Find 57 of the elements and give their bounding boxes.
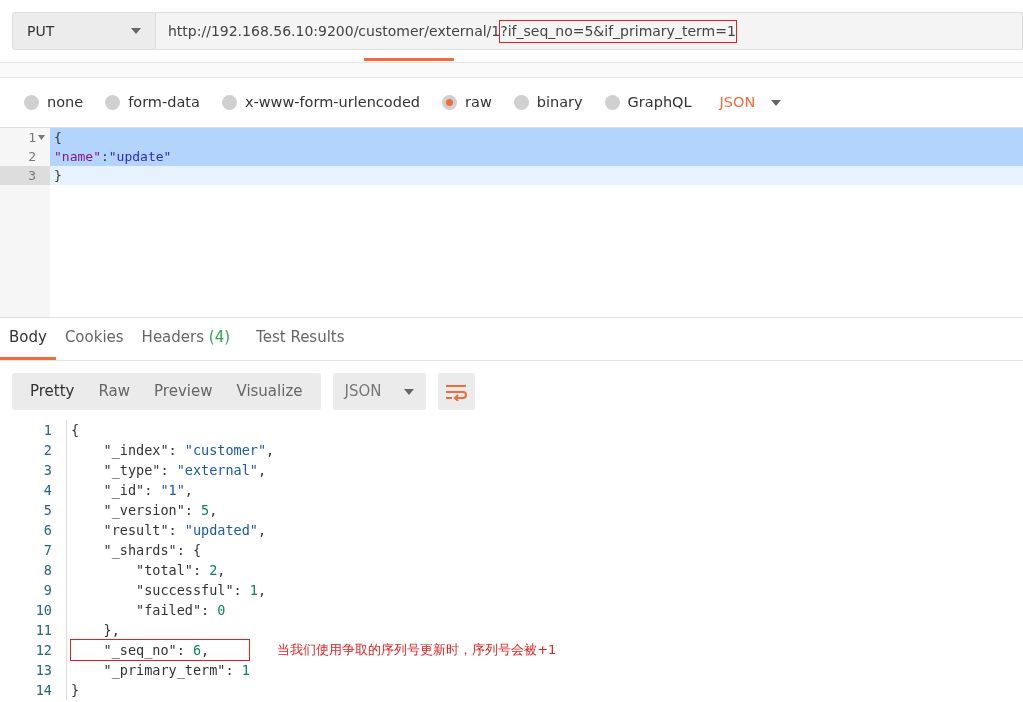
line-number: 2 bbox=[42, 441, 53, 460]
line-number: 11 bbox=[34, 621, 53, 640]
response-tab[interactable]: Test Results bbox=[247, 318, 354, 360]
line-number: 3 bbox=[42, 461, 53, 480]
code-line: "successful": 1, bbox=[135, 581, 267, 600]
line-number: 13 bbox=[34, 661, 53, 680]
code-line: } bbox=[71, 681, 80, 700]
line-number: 7 bbox=[42, 541, 53, 560]
line-number: 8 bbox=[42, 561, 53, 580]
wrap-lines-button[interactable] bbox=[437, 373, 475, 410]
highlighted-query-text: ?if_seq_no=5&if_primary_term=1 bbox=[500, 20, 736, 42]
fold-icon[interactable] bbox=[37, 135, 45, 140]
view-mode-tab[interactable]: Pretty bbox=[18, 373, 87, 410]
caret-icon bbox=[403, 388, 414, 395]
caret-icon bbox=[771, 99, 782, 106]
line-number: 9 bbox=[42, 581, 53, 600]
code-line: { bbox=[71, 421, 80, 440]
code-line: "_type": "external", bbox=[102, 461, 267, 480]
line-number: 5 bbox=[42, 501, 53, 520]
language-dropdown[interactable]: JSON bbox=[332, 373, 426, 410]
line-number: 1 bbox=[42, 421, 53, 440]
code-line: "_index": "customer", bbox=[102, 441, 275, 460]
caret-icon bbox=[131, 28, 141, 34]
code-line: }, bbox=[102, 621, 120, 640]
code-line: "failed": 0 bbox=[135, 601, 226, 620]
line-number: 2 bbox=[28, 148, 36, 166]
code-line: "_version": 5, bbox=[102, 501, 218, 520]
line-number: 1 bbox=[28, 129, 36, 147]
body-type-radio[interactable]: form-data bbox=[105, 91, 200, 114]
url-field[interactable]: http://192.168.56.10:9200/customer/external/1?if_seq_no=5&if_primary_term=1 bbox=[156, 12, 1023, 50]
body-type-radio[interactable]: GraphQL bbox=[604, 91, 692, 114]
line-number: 12 bbox=[34, 641, 53, 660]
response-tab[interactable]: Body bbox=[0, 318, 56, 360]
code-line: "total": 2, bbox=[135, 561, 226, 580]
response-tab[interactable]: Headers (4) bbox=[132, 318, 240, 360]
code-line: "_primary_term": 1 bbox=[102, 661, 250, 680]
view-mode-tab[interactable]: Visualize bbox=[224, 373, 315, 410]
code-line: "_id": "1", bbox=[102, 481, 193, 500]
line-number: 3 bbox=[28, 167, 36, 185]
annotation-text: 当我们使用争取的序列号更新时，序列号会被+1 bbox=[277, 641, 557, 660]
code-line: "_seq_no": 6, bbox=[71, 640, 250, 660]
line-number: 6 bbox=[42, 521, 53, 540]
view-mode-tab[interactable]: Raw bbox=[86, 373, 143, 410]
code-line: "result": "updated", bbox=[102, 521, 267, 540]
code-line: "_shards": { bbox=[102, 541, 202, 560]
response-tab[interactable]: Cookies bbox=[55, 318, 133, 360]
line-number: 4 bbox=[42, 481, 53, 500]
body-type-radio[interactable]: x-www-form-urlencoded bbox=[221, 91, 421, 114]
body-type-radio[interactable]: raw bbox=[442, 91, 492, 114]
body-type-radio[interactable]: none bbox=[24, 91, 84, 114]
line-number: 10 bbox=[34, 601, 53, 620]
wrap-icon bbox=[445, 382, 467, 401]
url-text: http://192.168.56.10:9200/customer/external/1 bbox=[168, 21, 501, 41]
view-mode-tab[interactable]: Preview bbox=[142, 373, 225, 410]
body-type-radio[interactable]: binary bbox=[513, 91, 583, 114]
line-number: 14 bbox=[34, 681, 53, 700]
method-dropdown[interactable]: PUT bbox=[12, 12, 156, 50]
